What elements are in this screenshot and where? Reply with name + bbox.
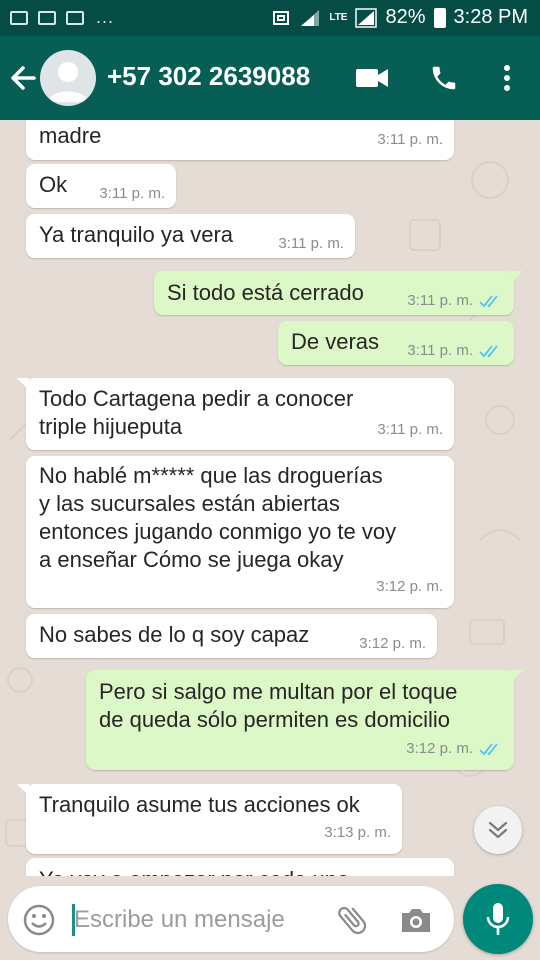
message-incoming[interactable]: madre 3:11 p. m. <box>26 120 454 160</box>
message-time: 3:12 p. m. <box>359 635 426 652</box>
signal-strength-icon <box>301 9 320 26</box>
message-time: 3:13 p. m. <box>324 824 391 841</box>
paperclip-icon <box>338 906 367 935</box>
camera-icon <box>402 909 430 932</box>
message-input[interactable] <box>74 902 324 938</box>
back-arrow-icon <box>11 66 36 90</box>
attach-button[interactable] <box>334 902 370 938</box>
bubble-tail <box>17 784 29 796</box>
voice-call-button[interactable] <box>424 58 464 98</box>
message-outgoing[interactable]: Pero si salgo me multan por el toque de … <box>86 670 523 770</box>
chevron-double-down-icon <box>488 821 508 839</box>
status-bar: ... LTE 82% 3:28 PM <box>0 0 540 36</box>
message-incoming[interactable]: Todo Cartagena pedir a conocer triple hi… <box>17 378 454 450</box>
mic-icon <box>486 903 510 935</box>
calendar-notification-icon <box>66 10 84 25</box>
message-text: Pero si salgo me multan por el toque de … <box>99 679 458 732</box>
clock: 3:28 PM <box>453 6 528 28</box>
message-timestamp: 3:11 p. m. <box>377 416 443 444</box>
mail-notification-icon <box>38 10 56 25</box>
message-outgoing[interactable]: Si todo está cerrado 3:11 p. m. <box>154 271 523 315</box>
message-timestamp: 3:11 p. m. <box>99 180 165 208</box>
message-timestamp: 3:11 p. m. <box>407 337 503 365</box>
avatar-placeholder-icon <box>48 62 88 102</box>
more-vert-icon <box>504 65 510 91</box>
battery-icon <box>433 7 446 28</box>
emoji-icon <box>23 904 55 936</box>
more-options-button[interactable] <box>487 58 527 98</box>
message-incoming[interactable]: No sabes de lo q soy capaz 3:12 p. m. <box>26 614 437 658</box>
message-timestamp: 3:11 p. m. <box>377 126 443 154</box>
chat-header: +57 302 2639088 <box>0 36 540 120</box>
message-incoming[interactable]: Tranquilo asume tus acciones ok 3:13 p. … <box>17 784 402 854</box>
phone-icon <box>432 66 456 90</box>
chat-messages[interactable]: madre 3:11 p. m. Ok 3:11 p. m. Ya tranqu… <box>0 120 540 876</box>
message-time: 3:11 p. m. <box>377 421 443 438</box>
message-time: 3:12 p. m. <box>406 740 473 757</box>
nfc-icon <box>273 10 290 25</box>
message-text: Si todo está cerrado <box>167 280 364 305</box>
message-text: Ya voy a empezar por cada uno <box>39 866 349 876</box>
message-incoming[interactable]: Ya voy a empezar por cada uno <box>26 858 454 876</box>
message-incoming[interactable]: No hablé m***** que las droguerías y las… <box>26 456 454 608</box>
message-incoming[interactable]: Ok 3:11 p. m. <box>26 164 176 208</box>
notification-icons: ... <box>10 7 114 28</box>
message-text: Todo Cartagena pedir a conocer triple hi… <box>39 386 354 439</box>
image-notification-icon <box>10 10 28 25</box>
message-text: No hablé m***** que las droguerías y las… <box>39 463 397 572</box>
message-text: Ok <box>39 172 68 197</box>
message-text: madre <box>39 123 102 148</box>
message-text: Tranquilo asume tus acciones ok <box>39 792 360 817</box>
compose-bar <box>0 876 540 960</box>
camera-button[interactable] <box>398 902 434 938</box>
message-timestamp: 3:11 p. m. <box>407 287 503 315</box>
contact-name[interactable]: +57 302 2639088 <box>107 61 310 92</box>
back-button[interactable] <box>6 58 42 98</box>
message-outgoing[interactable]: De veras 3:11 p. m. <box>278 321 514 365</box>
message-time: 3:11 p. m. <box>407 342 473 359</box>
bubble-tail <box>511 670 523 682</box>
message-incoming[interactable]: Ya tranquilo ya vera 3:11 p. m. <box>26 214 355 258</box>
message-text: No sabes de lo q soy capaz <box>39 622 310 647</box>
system-indicators: LTE 82% 3:28 PM <box>271 6 528 29</box>
lte-signal-icon <box>355 7 378 28</box>
message-time: 3:11 p. m. <box>99 185 165 202</box>
scroll-to-bottom-button[interactable] <box>474 806 522 854</box>
voice-message-button[interactable] <box>463 884 533 954</box>
message-time: 3:11 p. m. <box>278 235 344 252</box>
message-timestamp: 3:12 p. m. <box>376 573 443 601</box>
more-notifications-indicator: ... <box>96 7 115 27</box>
message-timestamp: 3:11 p. m. <box>278 230 344 258</box>
message-input-container <box>8 886 454 952</box>
message-time: 3:12 p. m. <box>376 578 443 595</box>
double-check-icon <box>479 295 498 308</box>
message-timestamp: 3:12 p. m. <box>406 735 503 763</box>
message-text: De veras <box>291 329 380 354</box>
message-time: 3:11 p. m. <box>377 131 443 148</box>
message-timestamp: 3:12 p. m. <box>359 630 426 658</box>
double-check-icon <box>479 743 498 756</box>
emoji-button[interactable] <box>22 903 56 937</box>
battery-percentage: 82% <box>385 6 426 28</box>
video-call-icon <box>356 69 388 87</box>
message-time: 3:11 p. m. <box>407 292 473 309</box>
message-text: Ya tranquilo ya vera <box>39 222 234 247</box>
network-type-label: LTE <box>329 12 348 23</box>
contact-avatar[interactable] <box>40 50 96 106</box>
bubble-tail <box>17 378 29 390</box>
video-call-button[interactable] <box>352 58 392 98</box>
double-check-icon <box>479 345 498 358</box>
bubble-tail <box>511 271 523 283</box>
message-timestamp: 3:13 p. m. <box>324 819 391 847</box>
